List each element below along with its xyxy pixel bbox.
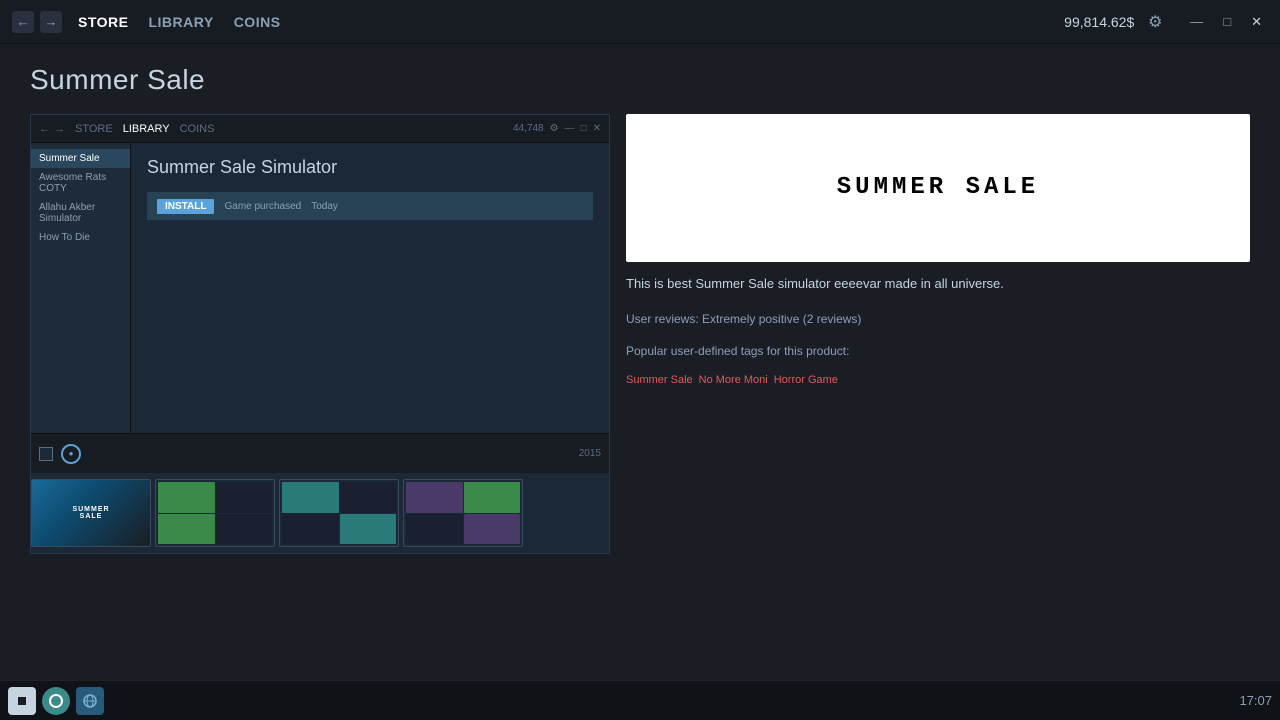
thumb-3-grid xyxy=(280,480,398,546)
stop-icon xyxy=(16,695,28,707)
media-bar: ● 2015 xyxy=(31,433,609,473)
close-button[interactable]: ✕ xyxy=(1245,12,1268,32)
thumb-cell xyxy=(216,482,273,513)
thumb-cell xyxy=(158,514,215,545)
nested-nav-links: STORE LIBRARY COINS xyxy=(75,123,214,135)
top-navigation: ← → STORE LIBRARY COINS 99,814.62$ ⚙ — □… xyxy=(0,0,1280,44)
game-cover-text: SUMMER SALE xyxy=(837,172,1039,203)
game-description: This is best Summer Sale simulator eeeev… xyxy=(626,274,1250,294)
tag-2[interactable]: Horror Game xyxy=(774,374,838,386)
thumb-cell xyxy=(216,514,273,545)
sidebar-item-0[interactable]: Summer Sale xyxy=(31,149,130,168)
nested-window: ← → STORE LIBRARY COINS 44,748 ⚙ — □ ✕ xyxy=(30,114,610,554)
forward-button[interactable]: → xyxy=(40,11,62,33)
nested-back[interactable]: ← xyxy=(39,123,50,135)
nav-right: 99,814.62$ ⚙ — □ ✕ xyxy=(1064,11,1268,33)
thumb-cell xyxy=(340,514,397,545)
page-title: Summer Sale xyxy=(30,64,1250,96)
sidebar-item-2[interactable]: Allahu Akber Simulator xyxy=(31,198,130,228)
back-button[interactable]: ← xyxy=(12,11,34,33)
minimize-button[interactable]: — xyxy=(1184,12,1209,32)
purchase-info: Game purchased xyxy=(224,201,301,212)
thumb-4-grid xyxy=(404,480,522,546)
thumb-cell xyxy=(406,514,463,545)
taskbar: 17:07 xyxy=(0,680,1280,720)
sidebar-item-3[interactable]: How To Die xyxy=(31,228,130,247)
thumb-cell xyxy=(340,482,397,513)
left-panel: ← → STORE LIBRARY COINS 44,748 ⚙ — □ ✕ xyxy=(30,114,610,680)
circle-icon xyxy=(48,693,64,709)
nested-nav-arrows: ← → xyxy=(39,123,65,135)
nested-coins-amount: 44,748 xyxy=(513,123,544,134)
thumb-cell xyxy=(282,482,339,513)
thumb-cell xyxy=(158,482,215,513)
thumb-2-grid xyxy=(156,480,274,546)
taskbar-time: 17:07 xyxy=(1239,693,1272,708)
nav-links: STORE LIBRARY COINS xyxy=(78,14,1064,30)
install-bar: INSTALL Game purchased Today xyxy=(147,192,593,220)
thumb-1-text: SUMMER SALE xyxy=(62,506,121,520)
thumbnail-1[interactable]: SUMMER SALE xyxy=(31,479,151,547)
nested-topbar: ← → STORE LIBRARY COINS 44,748 ⚙ — □ ✕ xyxy=(31,115,609,143)
thumb-cell xyxy=(464,482,521,513)
nav-library[interactable]: LIBRARY xyxy=(148,14,213,30)
install-button[interactable]: INSTALL xyxy=(157,199,214,214)
media-year: 2015 xyxy=(579,448,601,459)
nested-close[interactable]: ✕ xyxy=(593,123,601,134)
media-play-button[interactable]: ● xyxy=(61,444,81,464)
nested-store[interactable]: STORE xyxy=(75,123,113,135)
tags-row: Summer Sale No More Moni Horror Game xyxy=(626,374,1250,386)
media-checkbox[interactable] xyxy=(39,447,53,461)
thumbnail-3[interactable] xyxy=(279,479,399,547)
page-content: Summer Sale ← → STORE LIBRARY COINS xyxy=(0,44,1280,680)
tag-0[interactable]: Summer Sale xyxy=(626,374,693,386)
thumb-cell xyxy=(464,514,521,545)
nested-sidebar: Summer Sale Awesome Rats COTY Allahu Akb… xyxy=(31,143,131,433)
settings-icon[interactable]: ⚙ xyxy=(1144,11,1166,33)
coins-amount: 99,814.62$ xyxy=(1064,14,1134,30)
purchase-date: Today xyxy=(311,201,338,212)
nested-maximize[interactable]: □ xyxy=(581,123,587,134)
reviews-detail: Extremely positive (2 reviews) xyxy=(702,312,861,326)
maximize-button[interactable]: □ xyxy=(1217,12,1237,32)
thumb-cell xyxy=(406,482,463,513)
window-controls: — □ ✕ xyxy=(1184,12,1268,32)
taskbar-stop-button[interactable] xyxy=(8,687,36,715)
nested-right: 44,748 ⚙ — □ ✕ xyxy=(513,123,601,134)
taskbar-app-button[interactable] xyxy=(42,687,70,715)
tags-label: Popular user-defined tags for this produ… xyxy=(626,344,1250,358)
nested-forward[interactable]: → xyxy=(54,123,65,135)
game-detail-area: Summer Sale Simulator INSTALL Game purch… xyxy=(131,143,609,433)
globe-icon xyxy=(82,693,98,709)
thumbnail-2[interactable] xyxy=(155,479,275,547)
main-layout: ← → STORE LIBRARY COINS 44,748 ⚙ — □ ✕ xyxy=(30,114,1250,680)
nested-coins[interactable]: COINS xyxy=(180,123,215,135)
thumbnail-4[interactable] xyxy=(403,479,523,547)
nested-library[interactable]: LIBRARY xyxy=(123,123,170,135)
thumb-cell xyxy=(282,514,339,545)
right-panel: SUMMER SALE This is best Summer Sale sim… xyxy=(626,114,1250,680)
nav-store[interactable]: STORE xyxy=(78,14,128,30)
nested-gear[interactable]: ⚙ xyxy=(550,123,559,134)
reviews-label: User reviews: xyxy=(626,312,699,326)
game-cover: SUMMER SALE xyxy=(626,114,1250,262)
nav-coins[interactable]: COINS xyxy=(234,14,281,30)
nested-minimize[interactable]: — xyxy=(565,123,575,134)
reviews-row: User reviews: Extremely positive (2 revi… xyxy=(626,312,1250,326)
sidebar-item-1[interactable]: Awesome Rats COTY xyxy=(31,168,130,198)
nested-body: Summer Sale Awesome Rats COTY Allahu Akb… xyxy=(31,143,609,433)
tag-1[interactable]: No More Moni xyxy=(699,374,768,386)
game-title-inner: Summer Sale Simulator xyxy=(147,157,593,178)
nav-arrows: ← → xyxy=(12,11,62,33)
taskbar-globe-button[interactable] xyxy=(76,687,104,715)
thumbnails-row: SUMMER SALE xyxy=(31,473,609,553)
